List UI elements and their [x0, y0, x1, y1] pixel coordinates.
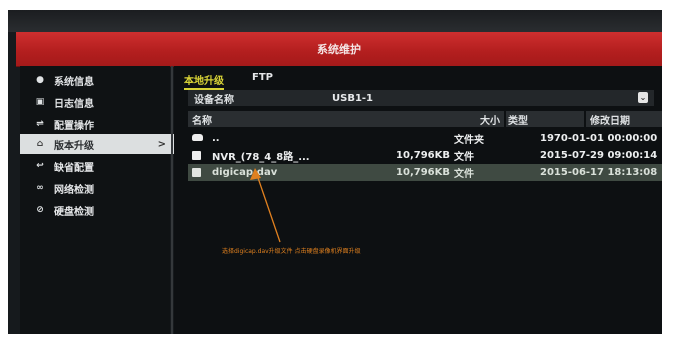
annotation-arrow-line	[255, 171, 281, 243]
annotation-arrow	[250, 168, 281, 243]
page-margin	[662, 10, 675, 334]
dvr-screen: 系统维护 ● 系统信息 ▣ 日志信息 ⇌ 配置操作 ⌂ 版本升级 > ↩ 缺省配…	[8, 10, 662, 334]
annotation-arrow-head	[250, 168, 261, 180]
annotation-text: 选择digicap.dav升级文件 点击硬盘录像机界面升级	[222, 248, 361, 255]
